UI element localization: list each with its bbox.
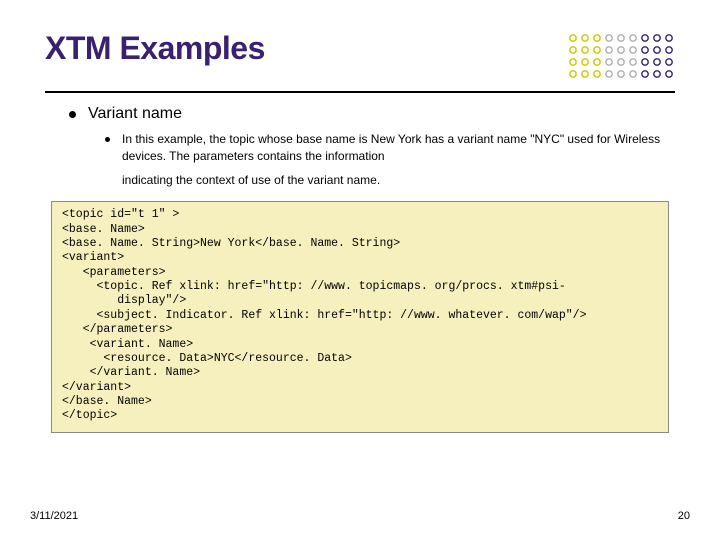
bullet-1-text: Variant name xyxy=(88,105,182,123)
bullet-2-para-2: indicating the context of use of the var… xyxy=(122,172,669,189)
bullet-2-para-1: In this example, the topic whose base na… xyxy=(122,131,669,166)
bullet-icon xyxy=(105,137,110,142)
footer-date: 3/11/2021 xyxy=(30,510,78,522)
bullet-level-2: In this example, the topic whose base na… xyxy=(51,131,669,189)
title-row: XTM Examples xyxy=(45,30,675,85)
slide: XTM Examples Variant name xyxy=(0,0,720,540)
bullet-2-text: In this example, the topic whose base na… xyxy=(122,131,669,189)
footer-page-number: 20 xyxy=(678,510,690,522)
bullet-icon xyxy=(69,111,76,118)
bullet-level-1: Variant name xyxy=(51,105,669,123)
slide-body: Variant name In this example, the topic … xyxy=(45,93,675,433)
code-block: <topic id="t 1" > <base. Name> <base. Na… xyxy=(51,201,669,433)
slide-title: XTM Examples xyxy=(45,30,265,67)
slide-footer: 3/11/2021 20 xyxy=(30,510,690,522)
dot-grid-decoration xyxy=(565,30,675,85)
